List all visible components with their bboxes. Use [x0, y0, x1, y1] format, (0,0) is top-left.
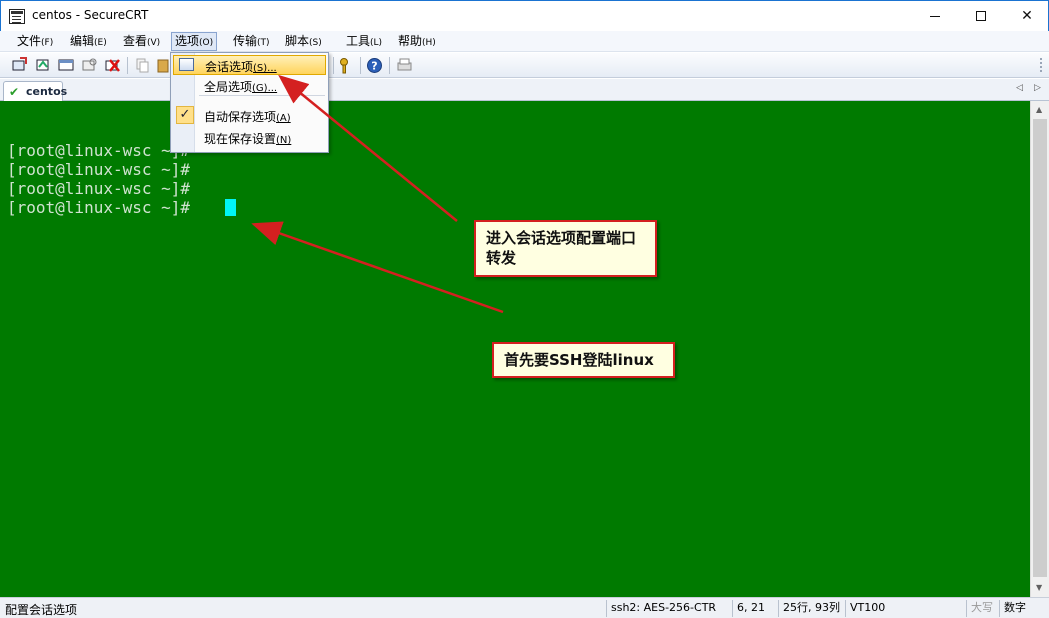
menu-edit[interactable]: 编辑(E)	[67, 32, 110, 51]
window-title: centos - SecureCRT	[32, 8, 149, 22]
menu-bar: 文件(F) 编辑(E) 查看(V) 选项(O) 传输(T) 脚本(S) 工具(L…	[0, 31, 1049, 52]
terminal-cursor	[225, 199, 236, 216]
print-icon[interactable]	[396, 57, 413, 74]
close-button[interactable]: ✕	[1004, 1, 1049, 31]
securecrt-app-icon[interactable]	[9, 9, 25, 24]
menu-tools[interactable]: 工具(L)	[343, 32, 385, 51]
menu-transfer[interactable]: 传输(T)	[230, 32, 273, 51]
connect-icon[interactable]	[11, 57, 28, 74]
toolbar-separator	[360, 57, 361, 74]
scrollbar-thumb[interactable]	[1033, 119, 1047, 577]
toolbar-separator	[127, 57, 128, 74]
toolbar-separator	[389, 57, 390, 74]
session-options-icon	[179, 58, 194, 71]
status-emulation: VT100	[845, 600, 885, 617]
menu-item-auto-save-options[interactable]: ✓ 自动保存选项(A)	[173, 106, 326, 126]
menu-item-global-options[interactable]: 全局选项(G)...	[173, 76, 326, 96]
keymap-icon[interactable]	[336, 57, 353, 74]
menu-help[interactable]: 帮助(H)	[395, 32, 439, 51]
status-bar: 配置会话选项 ssh2: AES-256-CTR 6, 21 25行, 93列 …	[0, 597, 1049, 618]
help-icon[interactable]: ?	[366, 57, 383, 74]
maximize-button[interactable]	[958, 1, 1004, 31]
status-message: 配置会话选项	[5, 603, 78, 617]
status-cursor-position: 6, 21	[732, 600, 765, 617]
status-caps-lock: 大写	[966, 600, 993, 617]
svg-text:?: ?	[371, 60, 377, 73]
scroll-down-icon[interactable]: ▼	[1036, 583, 1042, 592]
session-tab-label: centos	[26, 85, 68, 98]
quick-connect-icon[interactable]	[35, 57, 52, 74]
toolbar-separator	[333, 57, 334, 74]
tab-scroll-right-icon[interactable]: ▷	[1034, 83, 1041, 93]
toolbar-grip[interactable]	[1040, 58, 1045, 72]
copy-icon[interactable]	[134, 57, 151, 74]
toolbar: ?	[0, 53, 1049, 78]
vertical-scrollbar[interactable]: ▲ ▼	[1030, 101, 1049, 597]
session-tab-centos[interactable]: ✔ centos	[3, 81, 67, 101]
menu-separator	[199, 95, 325, 96]
terminal-prompt-line: [root@linux-wsc ~]#	[7, 141, 191, 160]
close-icon: ✕	[1021, 8, 1033, 24]
menu-item-save-settings-now[interactable]: 现在保存设置(N)	[173, 128, 326, 148]
tab-scroll-left-icon[interactable]: ◁	[1016, 83, 1023, 93]
minimize-button[interactable]	[912, 1, 958, 31]
status-terminal-size: 25行, 93列	[778, 600, 840, 617]
options-dropdown-menu: 会话选项(S)... 全局选项(G)... ✓ 自动保存选项(A) 现在保存设置…	[170, 52, 329, 153]
connected-check-icon: ✔	[9, 85, 20, 99]
terminal-prompt-line: [root@linux-wsc ~]#	[7, 198, 191, 217]
reconnect-icon[interactable]	[81, 57, 98, 74]
title-bar: centos - SecureCRT ✕	[0, 0, 1049, 31]
callout-session-options: 进入会话选项配置端口转发	[474, 220, 657, 277]
status-cipher: ssh2: AES-256-CTR	[606, 600, 716, 617]
menu-file[interactable]: 文件(F)	[14, 32, 56, 51]
session-tab-bar: ✔ centos ◁ ▷	[0, 79, 1049, 101]
checkmark-icon: ✓	[176, 106, 194, 124]
terminal-prompt-line: [root@linux-wsc ~]#	[7, 160, 191, 179]
scroll-up-icon[interactable]: ▲	[1036, 105, 1042, 114]
maximize-icon	[976, 11, 986, 21]
menu-script[interactable]: 脚本(S)	[282, 32, 325, 51]
connect-in-tab-icon[interactable]	[58, 57, 75, 74]
terminal-prompt-line: [root@linux-wsc ~]#	[7, 179, 191, 198]
disconnect-icon[interactable]	[104, 57, 121, 74]
callout-ssh-login: 首先要SSH登陆linux	[492, 342, 675, 378]
menu-options[interactable]: 选项(O)	[171, 32, 218, 51]
menu-item-session-options[interactable]: 会话选项(S)...	[173, 55, 326, 75]
minimize-icon	[930, 15, 940, 17]
status-num-lock: 数字	[999, 600, 1026, 617]
menu-view[interactable]: 查看(V)	[120, 32, 163, 51]
